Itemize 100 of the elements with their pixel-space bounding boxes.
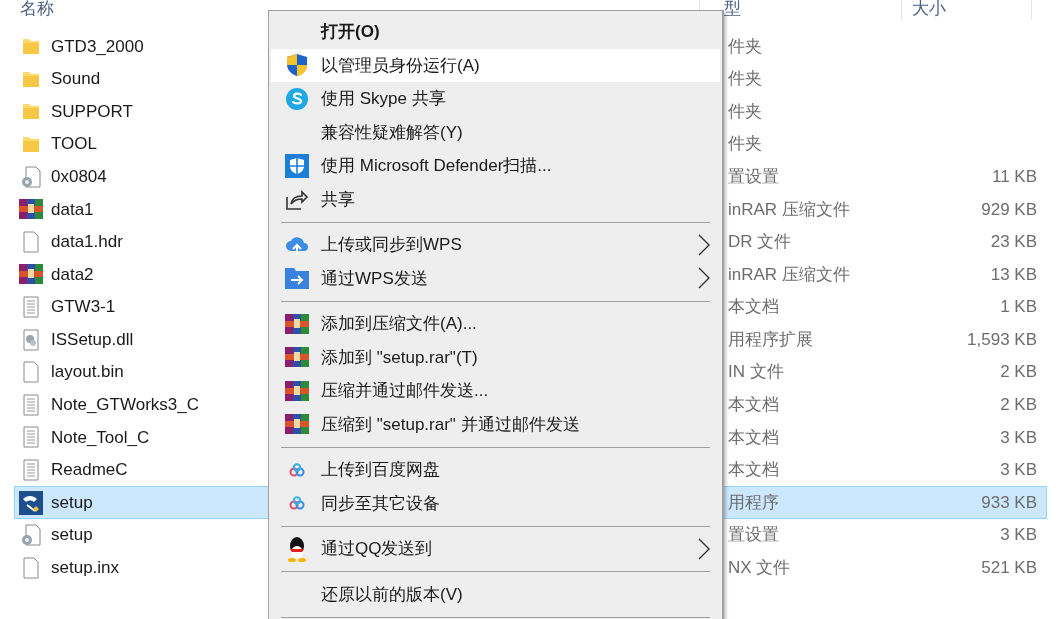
- file-details[interactable]: 用程序扩展 1,593 KB: [724, 323, 1047, 356]
- file-details[interactable]: 本文档 3 KB: [724, 421, 1047, 454]
- file-size: 1,593 KB: [967, 329, 1037, 349]
- file-size: 3 KB: [1000, 525, 1037, 545]
- file-item[interactable]: setup: [14, 486, 270, 519]
- chevron-right-icon: [698, 233, 710, 256]
- column-header[interactable]: 名称: [20, 0, 54, 18]
- shield-icon: [285, 153, 309, 178]
- menu-item[interactable]: 还原以前的版本(V): [271, 577, 720, 611]
- file-type: 本文档: [728, 460, 779, 480]
- file-size: 11 KB: [991, 166, 1037, 186]
- file-item[interactable]: setup.inx: [14, 551, 270, 585]
- installer-icon: [19, 490, 43, 515]
- menu-item[interactable]: 使用 Skype 共享: [271, 82, 720, 116]
- file-details[interactable]: 件夹: [724, 62, 1047, 96]
- file-details[interactable]: 本文档 1 KB: [724, 290, 1047, 324]
- file-details[interactable]: 件夹: [724, 95, 1047, 128]
- file-details[interactable]: 本文档 3 KB: [724, 453, 1047, 487]
- menu-item[interactable]: 通过WPS发送: [271, 261, 720, 295]
- file-type: 置设置: [728, 525, 779, 545]
- column-header[interactable]: 型: [724, 0, 741, 18]
- menu-item[interactable]: 压缩到 "setup.rar" 并通过邮件发送: [271, 407, 720, 441]
- file-name: data1.hdr: [51, 231, 123, 254]
- menu-item[interactable]: 上传到百度网盘: [271, 453, 720, 487]
- file-item[interactable]: setup: [14, 518, 270, 552]
- file-type: inRAR 压缩文件: [728, 199, 850, 219]
- file-size: 929 KB: [981, 199, 1037, 219]
- menu-item[interactable]: 上传或同步到WPS: [271, 228, 720, 262]
- file-item[interactable]: Note_GTWorks3_C: [14, 388, 270, 422]
- file-details[interactable]: 置设置 11 KB: [724, 160, 1047, 193]
- archive-icon: [285, 413, 309, 436]
- menu-item[interactable]: 通过QQ发送到: [271, 532, 720, 566]
- file-name: setup.inx: [51, 557, 120, 580]
- file-item[interactable]: Note_Tool_C: [14, 421, 270, 454]
- file-name: ISSetup.dll: [51, 328, 134, 351]
- file-details[interactable]: DR 文件 23 KB: [724, 225, 1047, 259]
- menu-item[interactable]: 添加到 "setup.rar"(T): [271, 340, 720, 374]
- file-size: 521 KB: [981, 558, 1037, 578]
- file-item[interactable]: data2: [14, 258, 270, 291]
- menu-item[interactable]: 压缩并通过邮件发送...: [271, 374, 720, 408]
- chevron-right-icon: [698, 537, 710, 560]
- menu-item[interactable]: 以管理员身份运行(A): [271, 48, 720, 82]
- archive-icon: [19, 263, 43, 286]
- file-name: ReadmeC: [51, 459, 128, 482]
- file-item[interactable]: TOOL: [14, 127, 270, 161]
- file-type: NX 文件: [728, 558, 791, 578]
- file-name: GTW3-1: [51, 296, 116, 319]
- archive-icon: [19, 198, 43, 221]
- shield-icon: [286, 53, 308, 78]
- file-details[interactable]: NX 文件 521 KB: [724, 551, 1047, 585]
- file-type: IN 文件: [728, 362, 784, 382]
- menu-item[interactable]: 共享: [271, 182, 720, 216]
- file-details[interactable]: 件夹: [724, 30, 1047, 63]
- file-item[interactable]: data1: [14, 192, 270, 226]
- file-details[interactable]: inRAR 压缩文件 929 KB: [724, 192, 1047, 226]
- file-size: 933 KB: [981, 492, 1037, 512]
- file-name: data2: [51, 263, 94, 286]
- file-item[interactable]: GTD3_2000: [14, 30, 270, 63]
- file-details[interactable]: 本文档 2 KB: [724, 388, 1047, 422]
- column-header[interactable]: 大小: [912, 0, 946, 18]
- file-item[interactable]: data1.hdr: [14, 225, 270, 259]
- file-type: 件夹: [728, 134, 762, 154]
- file-type: 本文档: [728, 395, 779, 415]
- file-details[interactable]: inRAR 压缩文件 13 KB: [724, 258, 1047, 291]
- archive-icon: [285, 346, 309, 369]
- menu-item[interactable]: 使用 Microsoft Defender扫描...: [271, 149, 720, 183]
- file-type: 件夹: [728, 101, 762, 121]
- file-item[interactable]: Sound: [14, 62, 270, 96]
- file-size: 3 KB: [1000, 460, 1037, 480]
- file-size: 13 KB: [990, 264, 1037, 284]
- menu-item[interactable]: 同步至其它设备: [271, 486, 720, 520]
- file-item[interactable]: SUPPORT: [14, 95, 270, 128]
- file-type: 本文档: [728, 427, 779, 447]
- archive-icon: [285, 312, 309, 335]
- file-name: GTD3_2000: [51, 35, 144, 58]
- file-name: Note_GTWorks3_C: [51, 394, 199, 417]
- menu-item[interactable]: 打开(O): [271, 15, 720, 49]
- file-item[interactable]: ReadmeC: [14, 453, 270, 487]
- file-item[interactable]: ISSetup.dll: [14, 323, 270, 356]
- s-circle-icon: [285, 86, 309, 111]
- chevron-right-icon: [698, 267, 710, 290]
- file-type: 本文档: [728, 297, 779, 317]
- file-name: setup: [51, 524, 93, 547]
- file-details[interactable]: IN 文件 2 KB: [724, 355, 1047, 389]
- file-size: 2 KB: [1000, 362, 1037, 382]
- file-type: 用程序: [728, 492, 779, 512]
- menu-item[interactable]: 兼容性疑难解答(Y): [271, 115, 720, 149]
- file-size: 3 KB: [1000, 427, 1037, 447]
- file-item[interactable]: 0x0804: [14, 160, 270, 193]
- file-details[interactable]: 用程序 933 KB: [724, 486, 1047, 519]
- file-size: 1 KB: [1000, 297, 1037, 317]
- file-name: setup: [51, 491, 93, 514]
- file-item[interactable]: layout.bin: [14, 355, 270, 389]
- file-type: DR 文件: [728, 232, 792, 252]
- file-item[interactable]: GTW3-1: [14, 290, 270, 324]
- share-icon: [285, 188, 309, 211]
- file-details[interactable]: 置设置 3 KB: [724, 518, 1047, 552]
- file-details[interactable]: 件夹: [724, 127, 1047, 161]
- menu-item[interactable]: 添加到压缩文件(A)...: [271, 307, 720, 341]
- file-name: SUPPORT: [51, 100, 133, 123]
